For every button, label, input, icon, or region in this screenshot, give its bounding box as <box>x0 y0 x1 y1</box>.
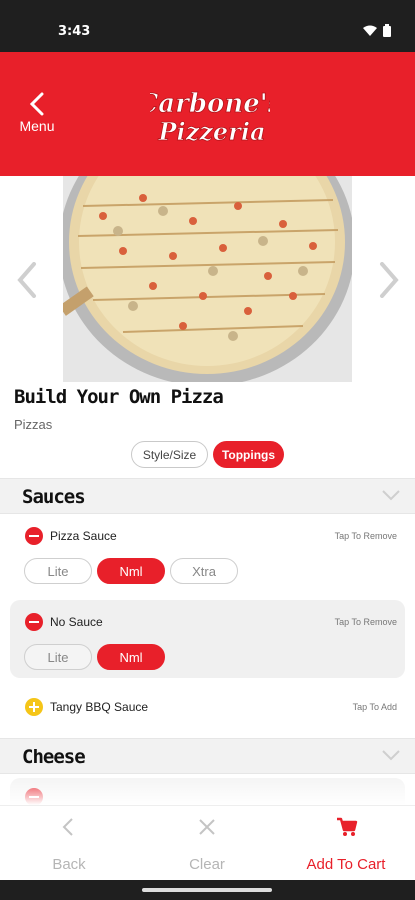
amount-lite-button[interactable]: Lite <box>24 558 92 584</box>
back-label: Back <box>52 856 86 873</box>
section-title-cheese: Cheese <box>22 746 86 768</box>
battery-icon <box>383 24 391 37</box>
topping-row-pizza-sauce[interactable]: Pizza Sauce Tap To Remove Lite Nml Xtra <box>10 518 405 594</box>
system-nav-bar <box>0 880 415 900</box>
amount-nml-button[interactable]: Nml <box>97 644 165 670</box>
add-to-cart-button[interactable]: Add To Cart <box>277 806 415 881</box>
chevron-down-icon <box>382 750 400 761</box>
clear-label: Clear <box>189 856 225 873</box>
pizza-image <box>63 176 352 382</box>
app-header: Menu Carbone's Pizzeria <box>0 52 415 176</box>
home-indicator[interactable] <box>142 888 272 892</box>
amount-xtra-button[interactable]: Xtra <box>170 558 238 584</box>
back-button[interactable]: Back <box>0 806 138 881</box>
section-title-sauces: Sauces <box>22 486 86 508</box>
amount-nml-button[interactable]: Nml <box>97 558 165 584</box>
topping-action: Tap To Remove <box>334 617 397 627</box>
status-icons <box>363 24 391 37</box>
clear-button[interactable]: Clear <box>138 806 276 881</box>
scroll-fade <box>0 776 415 805</box>
topping-action: Tap To Add <box>352 702 397 712</box>
chevron-left-icon <box>62 818 73 836</box>
menu-back-label: Menu <box>19 118 55 134</box>
add-icon[interactable] <box>25 698 43 716</box>
menu-back-button[interactable]: Menu <box>14 92 60 140</box>
cart-icon <box>337 817 358 836</box>
next-image-arrow[interactable] <box>378 262 400 298</box>
topping-name: No Sauce <box>50 615 103 629</box>
chevron-left-icon <box>29 92 44 116</box>
status-bar: 3:43 <box>0 0 415 52</box>
section-header-cheese[interactable]: Cheese <box>0 738 415 774</box>
product-category: Pizzas <box>14 417 53 432</box>
close-icon <box>199 819 215 835</box>
wifi-icon <box>363 25 377 36</box>
tab-style-size[interactable]: Style/Size <box>131 441 208 468</box>
topping-name: Tangy BBQ Sauce <box>50 700 149 714</box>
chevron-down-icon <box>382 490 400 501</box>
remove-icon[interactable] <box>25 527 43 545</box>
svg-text:Carbone's: Carbone's <box>150 89 270 119</box>
carbones-pizzeria-logo: Carbone's Pizzeria <box>150 89 270 147</box>
section-header-sauces[interactable]: Sauces <box>0 478 415 514</box>
add-to-cart-label: Add To Cart <box>306 856 386 873</box>
svg-text:Pizzeria: Pizzeria <box>157 117 265 146</box>
topping-name: Pizza Sauce <box>50 529 117 543</box>
topping-action: Tap To Remove <box>334 531 397 541</box>
bottom-action-bar: Back Clear Add To Cart <box>0 805 415 880</box>
remove-icon[interactable] <box>25 613 43 631</box>
status-time: 3:43 <box>58 24 91 39</box>
product-image <box>63 176 352 382</box>
previous-image-arrow[interactable] <box>16 262 38 298</box>
tab-toppings[interactable]: Toppings <box>213 441 284 468</box>
topping-row-tangy-bbq-sauce[interactable]: Tangy BBQ Sauce Tap To Add <box>10 692 405 724</box>
topping-row-no-sauce[interactable]: No Sauce Tap To Remove Lite Nml <box>10 600 405 678</box>
amount-lite-button[interactable]: Lite <box>24 644 92 670</box>
product-title: Build Your Own Pizza <box>14 386 224 408</box>
